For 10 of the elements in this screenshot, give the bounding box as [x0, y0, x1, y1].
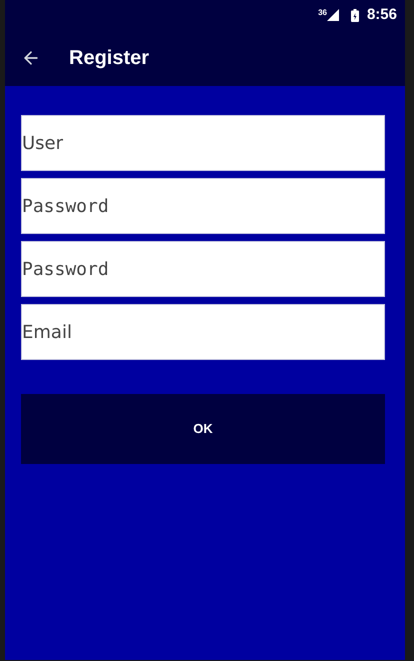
signal-icon — [326, 9, 339, 21]
input-field[interactable]: User — [21, 115, 385, 171]
ok-button[interactable]: OK — [21, 394, 385, 464]
input-field[interactable]: Password — [21, 241, 385, 297]
input-field[interactable]: Email — [21, 304, 385, 360]
app-bar-title: Register — [69, 46, 150, 71]
battery-icon — [350, 8, 359, 22]
input-field[interactable]: Password — [21, 178, 385, 234]
status-time: 8:56 — [366, 4, 397, 25]
network-type: 36 — [318, 7, 327, 19]
